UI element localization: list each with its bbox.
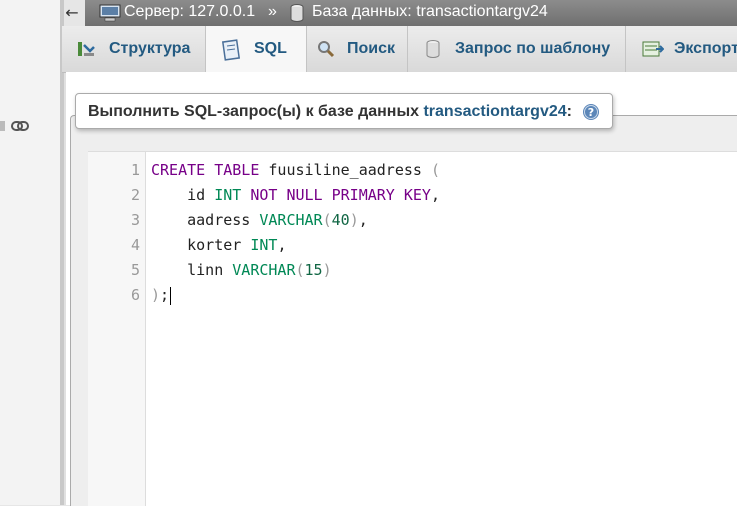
line-number: 6 [130, 286, 140, 304]
tab-query[interactable]: Запрос по шаблону [408, 26, 626, 72]
text-cursor [170, 286, 172, 305]
server-icon [99, 4, 121, 22]
database-icon [290, 4, 304, 22]
svg-text:?: ? [588, 106, 594, 119]
sql-code-editor[interactable]: 1 2 3 4 5 6 CREATE TABLE fuusiline_aadre… [88, 151, 737, 506]
code-line[interactable]: linn VARCHAR(15) [151, 261, 332, 279]
tab-label: Запрос по шаблону [455, 40, 611, 57]
navigation-panel-edge [0, 0, 60, 505]
line-number: 2 [130, 186, 140, 204]
breadcrumb-separator: » [268, 3, 277, 20]
sql-icon [221, 39, 241, 61]
breadcrumb-server-link[interactable]: Сервер: 127.0.0.1 [124, 3, 255, 21]
code-line[interactable]: aadress VARCHAR(40), [151, 211, 368, 229]
tab-label: Структура [109, 40, 191, 57]
tab-label: Поиск [347, 40, 396, 57]
line-number: 3 [130, 211, 140, 229]
line-number: 1 [130, 161, 140, 179]
tab-export[interactable]: Экспорт [626, 26, 737, 72]
line-number: 4 [130, 236, 140, 254]
line-number-gutter: 1 2 3 4 5 6 [88, 152, 146, 506]
tab-bar: Структура SQL Поиск Запрос по шаблону Эк… [62, 26, 737, 73]
search-icon [318, 41, 335, 58]
line-number: 5 [130, 261, 140, 279]
query-icon [426, 40, 440, 58]
help-icon[interactable]: ? [582, 103, 600, 121]
legend-prefix: Выполнить SQL-запрос(ы) к базе данных [88, 103, 424, 120]
sql-query-legend: Выполнить SQL-запрос(ы) к базе данных tr… [75, 93, 614, 129]
structure-icon [78, 42, 95, 56]
code-line[interactable]: id INT NOT NULL PRIMARY KEY, [151, 186, 440, 204]
code-line[interactable]: korter INT, [151, 236, 286, 254]
tab-search[interactable]: Поиск [307, 26, 408, 72]
tab-label: Экспорт [674, 40, 737, 57]
code-line[interactable]: CREATE TABLE fuusiline_aadress ( [151, 161, 440, 179]
collapse-arrow-icon[interactable]: ← [62, 3, 82, 23]
tab-structure[interactable]: Структура [62, 26, 206, 72]
export-icon [642, 41, 664, 57]
legend-suffix: : [566, 103, 572, 120]
breadcrumb-database-link[interactable]: База данных: transactiontargv24 [312, 3, 548, 21]
tab-label: SQL [254, 40, 287, 57]
code-line[interactable]: ); [151, 286, 172, 305]
tab-sql[interactable]: SQL [206, 26, 307, 73]
legend-database-name: transactiontargv24 [423, 103, 567, 120]
link-chain-icon[interactable] [0, 118, 30, 134]
breadcrumb: Сервер: 127.0.0.1 » База данных: transac… [85, 0, 737, 26]
